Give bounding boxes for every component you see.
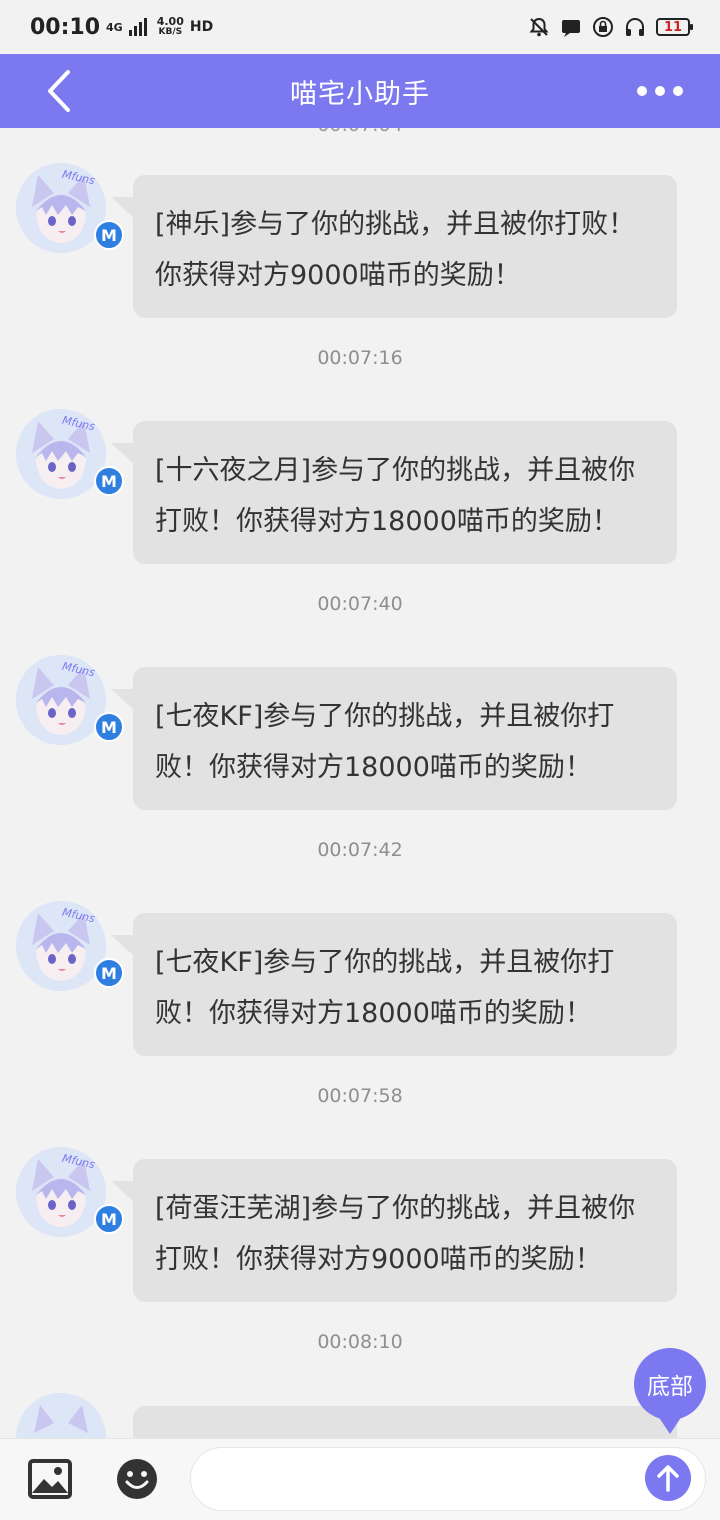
verified-badge: M	[94, 1204, 124, 1234]
dot-icon	[673, 86, 683, 96]
image-button[interactable]	[28, 1459, 72, 1499]
bell-mute-icon	[528, 16, 550, 38]
battery-indicator: 11	[656, 18, 693, 36]
message-bubble[interactable]: [神乐]参与了你的挑战，并且被你打败！你获得对方9000喵币的奖励！	[111, 175, 677, 318]
message-item: Mfuns M [神乐]参与了你的挑战，并且被你打败！你获得对方9000喵币的奖励！	[0, 163, 720, 318]
message-item: Mfuns M [十六夜之月]参与了你的挑战，并且被你打败！你获得对方18000喵币…	[0, 409, 720, 564]
net-speed-value: 4.00	[156, 15, 184, 28]
message-bubble[interactable]: [七夜KF]参与了你的挑战，并且被你打败！你获得对方18000喵币的奖励！	[111, 667, 677, 810]
status-left: 00:10 4G 4.00 KB/S HD	[30, 15, 213, 40]
message-bubble[interactable]: [荷蛋汪芜湖]参与了你的挑战，并且被你打败！你获得对方9000喵币的奖励！	[111, 1159, 677, 1302]
page-title: 喵宅小助手	[290, 78, 430, 110]
avatar[interactable]	[16, 1393, 106, 1438]
timestamp: 00:07:58	[317, 1085, 403, 1107]
hd-label: HD	[189, 18, 214, 35]
image-icon	[28, 1459, 72, 1499]
send-button[interactable]	[645, 1455, 691, 1501]
headphones-icon	[624, 16, 646, 38]
chat-header: 喵宅小助手	[0, 54, 720, 128]
avatar[interactable]: Mfuns M	[16, 901, 124, 991]
avatar[interactable]: Mfuns M	[16, 655, 124, 745]
message-text: [神乐]参与了你的挑战，并且被你打败！你获得对方9000喵币的奖励！	[155, 209, 636, 291]
message-icon	[560, 16, 582, 38]
arrow-up-icon	[657, 1465, 679, 1492]
message-text: [七夜KF]参与了你的挑战，并且被你打败！你获得对方18000喵币的奖励！	[155, 947, 615, 1029]
message-text: [七夜KF]参与了你的挑战，并且被你打败！你获得对方18000喵币的奖励！	[155, 701, 615, 783]
network-type: 4G	[106, 20, 123, 34]
message-input[interactable]	[190, 1447, 706, 1511]
message-item: Mfuns M [七夜KF]参与了你的挑战，并且被你打败！你获得对方18000喵币的…	[0, 901, 720, 1056]
status-bar: 00:10 4G 4.00 KB/S HD 11	[0, 0, 720, 54]
verified-badge: M	[94, 958, 124, 988]
verified-badge: M	[94, 466, 124, 496]
message-text: [十六夜之月]参与了你的挑战，并且被你打败！你获得对方18000喵币的奖励！	[155, 455, 636, 537]
input-bar	[0, 1438, 720, 1520]
timestamp: 00:07:04	[0, 128, 720, 136]
chevron-left-icon	[48, 70, 70, 112]
timestamp: 00:07:40	[317, 593, 403, 615]
message-bubble[interactable]: [七夜KF]参与了你的挑战，并且被你打败！你获得对方18000喵币的奖励！	[111, 913, 677, 1056]
message-item: Mfuns M [七夜KF]参与了你的挑战，并且被你打败！你获得对方18000喵币的…	[0, 655, 720, 810]
cat-girl-avatar-icon	[16, 1393, 106, 1438]
dot-icon	[655, 86, 665, 96]
message-bubble	[133, 1406, 677, 1438]
verified-badge: M	[94, 220, 124, 250]
chat-list[interactable]: 00:07:04 MfunsM [神乐]参与了你的挑战，并且被你打败！你获得对方9…	[0, 128, 720, 1438]
scroll-to-bottom-button[interactable]: 底部	[634, 1348, 706, 1434]
net-speed-unit: KB/S	[158, 27, 183, 37]
emoji-button[interactable]	[115, 1457, 159, 1501]
avatar[interactable]: Mfuns M	[16, 409, 124, 499]
verified-badge: M	[94, 712, 124, 742]
back-button[interactable]	[36, 68, 82, 114]
timestamp: 00:07:16	[317, 347, 403, 369]
avatar[interactable]: Mfuns M	[16, 1147, 124, 1237]
message-text: [荷蛋汪芜湖]参与了你的挑战，并且被你打败！你获得对方9000喵币的奖励！	[155, 1193, 636, 1275]
lock-icon	[592, 16, 614, 38]
message-item: Mfuns M [荷蛋汪芜湖]参与了你的挑战，并且被你打败！你获得对方9000喵币的…	[0, 1147, 720, 1302]
more-options-button[interactable]	[630, 74, 690, 108]
smiley-icon	[117, 1459, 157, 1499]
timestamp: 00:08:10	[317, 1331, 403, 1353]
message-bubble[interactable]: [十六夜之月]参与了你的挑战，并且被你打败！你获得对方18000喵币的奖励！	[111, 421, 677, 564]
net-speed: 4.00 KB/S	[157, 16, 184, 38]
timestamp: 00:07:42	[317, 839, 403, 861]
clock: 00:10	[30, 14, 101, 40]
status-right: 11	[528, 16, 693, 38]
signal-icon	[128, 18, 147, 36]
dot-icon	[637, 86, 647, 96]
avatar[interactable]: Mfuns M	[16, 163, 124, 253]
